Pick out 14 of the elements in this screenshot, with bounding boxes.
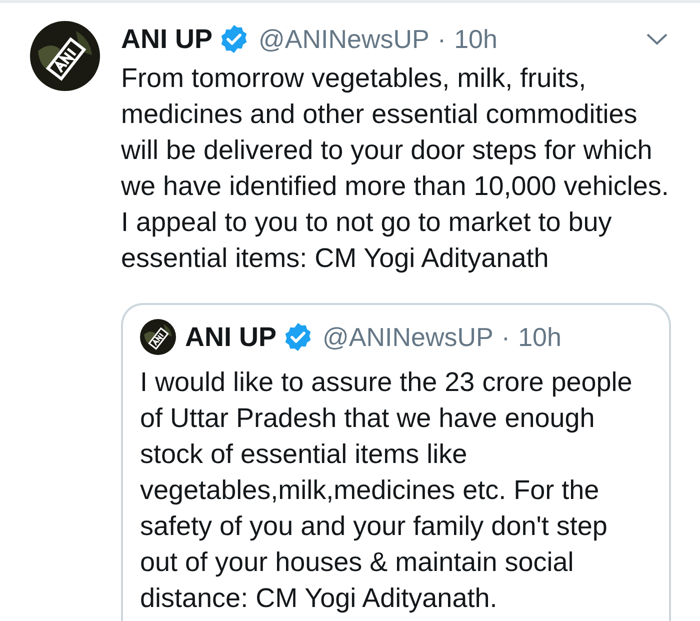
- separator-dot: ·: [437, 26, 446, 52]
- separator-dot: ·: [501, 324, 510, 350]
- quoted-tweet-text: I would like to assure the 23 crore people of Uttar Pradesh that we have enough stock of essential items like vegetables,milk,medicines etc. For the safety of you and your family don't step out of your houses & maintain social distance: CM Yogi Adityanath.: [140, 366, 634, 615]
- author-handle[interactable]: @ANINewsUP: [258, 26, 430, 52]
- logo-avatar-icon: [30, 21, 100, 91]
- chevron-down-icon[interactable]: [646, 33, 668, 45]
- author-name[interactable]: ANI UP: [185, 324, 277, 350]
- tweet-text: From tomorrow vegetables, milk, fruits, medicines and other essential commodities will be delivered to your door steps for which we have identified more than 10,000 vehicles. I appeal to you to not go to market to buy essential items: CM Yogi Adityanath: [121, 62, 670, 275]
- author-name[interactable]: ANI UP: [121, 26, 213, 52]
- logo-avatar-icon: [140, 319, 176, 355]
- quoted-tweet-card[interactable]: [121, 303, 671, 621]
- tweet-time[interactable]: 10h: [454, 26, 498, 52]
- tweet-time[interactable]: 10h: [518, 324, 562, 350]
- author-handle[interactable]: @ANINewsUP: [322, 324, 494, 350]
